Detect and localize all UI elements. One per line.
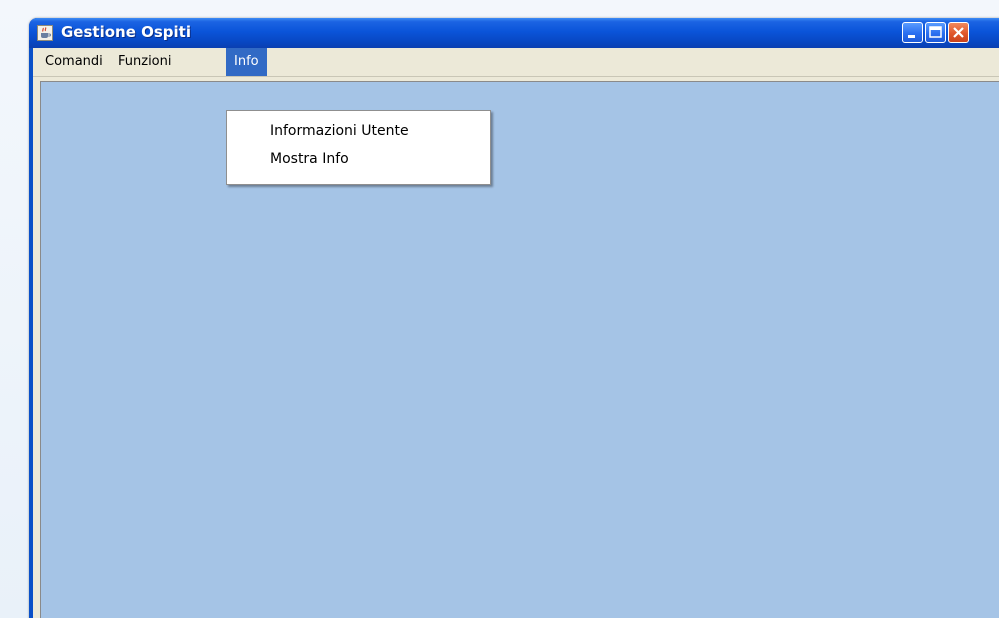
info-dropdown-menu: Informazioni Utente Mostra Info	[226, 110, 491, 185]
desktop-pane	[40, 81, 999, 618]
menu-item-mostra-info[interactable]: Mostra Info	[227, 145, 490, 173]
maximize-icon	[926, 23, 945, 42]
menu-comandi[interactable]: Comandi	[37, 48, 111, 76]
maximize-button[interactable]	[925, 22, 946, 43]
close-icon	[949, 23, 968, 42]
java-cup-icon	[37, 25, 53, 41]
close-button[interactable]	[948, 22, 969, 43]
menu-funzioni[interactable]: Funzioni	[110, 48, 180, 76]
menu-item-informazioni-utente[interactable]: Informazioni Utente	[227, 117, 490, 145]
window-title: Gestione Ospiti	[61, 23, 191, 41]
title-bar[interactable]: Gestione Ospiti	[29, 18, 999, 48]
minimize-icon	[903, 23, 922, 42]
desktop-background: Gestione Ospiti Comandi Funzioni Info In…	[0, 0, 999, 618]
app-window: Gestione Ospiti Comandi Funzioni Info	[29, 18, 999, 618]
menu-bar: Comandi Funzioni Info	[33, 48, 999, 77]
menu-info[interactable]: Info	[226, 48, 267, 76]
minimize-button[interactable]	[902, 22, 923, 43]
client-area	[33, 77, 999, 618]
